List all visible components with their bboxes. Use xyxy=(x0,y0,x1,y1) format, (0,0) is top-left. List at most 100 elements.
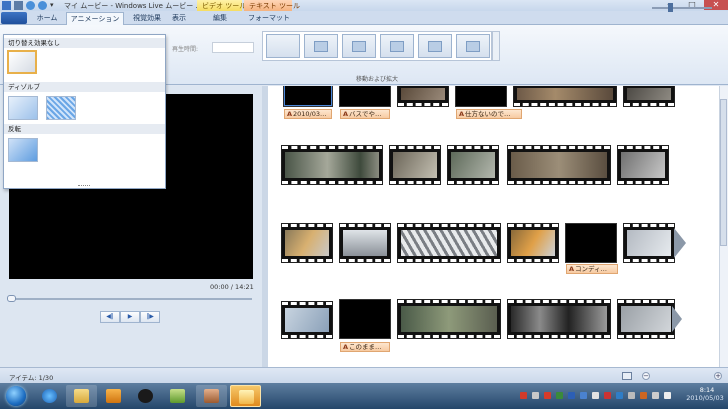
tab-format[interactable]: フォーマット xyxy=(244,12,294,25)
tray-icon[interactable] xyxy=(664,392,671,399)
transition-dissolve-option[interactable] xyxy=(8,96,38,120)
next-frame-button[interactable]: ‖▶ xyxy=(140,311,160,323)
clip[interactable] xyxy=(283,86,333,107)
clip[interactable] xyxy=(397,223,501,263)
clock-date[interactable]: 2010/05/03 xyxy=(684,394,726,402)
clip[interactable] xyxy=(507,145,611,185)
taskbar-app[interactable] xyxy=(162,385,193,407)
clip[interactable] xyxy=(447,145,499,185)
clip[interactable] xyxy=(339,223,391,263)
pan-zoom-none-option[interactable] xyxy=(266,34,300,58)
tab-visual-effects[interactable]: 視覚効果 xyxy=(128,12,166,25)
zoom-slider-thumb[interactable] xyxy=(668,3,673,12)
app-icon xyxy=(170,389,185,403)
tray-icon[interactable] xyxy=(592,392,599,399)
text-caption[interactable]: バスでや… xyxy=(340,109,390,119)
clip[interactable] xyxy=(623,86,675,107)
clip[interactable] xyxy=(281,145,383,185)
speaker-icon[interactable] xyxy=(652,392,659,399)
transition-flip-option[interactable] xyxy=(8,138,38,162)
status-bar: アイテム: 1/30 − + xyxy=(0,367,728,383)
pan-zoom-option-1[interactable] xyxy=(304,34,338,58)
clip[interactable] xyxy=(281,301,333,339)
taskbar: 8:14 2010/05/03 xyxy=(0,383,728,409)
zoom-in-button[interactable]: + xyxy=(714,372,722,380)
seek-thumb[interactable] xyxy=(7,295,16,302)
clip[interactable] xyxy=(565,223,617,263)
clip[interactable] xyxy=(397,86,449,107)
pan-zoom-option-3[interactable] xyxy=(380,34,414,58)
context-tab-text-tools: テキスト ツール xyxy=(244,0,300,11)
section-no-transition: 切り替え効果なし xyxy=(4,38,165,48)
tab-home[interactable]: ホーム xyxy=(32,12,62,25)
taskbar-movie-maker[interactable] xyxy=(230,385,261,407)
clip[interactable] xyxy=(339,86,391,107)
internet-explorer-icon xyxy=(42,389,57,403)
clip[interactable] xyxy=(397,299,501,339)
clip[interactable] xyxy=(455,86,507,107)
tab-view[interactable]: 表示 xyxy=(168,12,190,25)
pan-zoom-option-4[interactable] xyxy=(418,34,452,58)
transition-arrow-icon xyxy=(672,306,682,332)
gallery-scroll-buttons[interactable] xyxy=(492,31,500,61)
text-caption[interactable]: 2010/03… xyxy=(284,109,332,119)
help-icon[interactable] xyxy=(580,392,587,399)
start-button[interactable] xyxy=(2,385,30,407)
redo-icon[interactable] xyxy=(38,1,47,10)
tray-icon[interactable] xyxy=(604,392,611,399)
clip[interactable] xyxy=(281,223,333,263)
clip[interactable] xyxy=(623,223,675,263)
clock-time[interactable]: 8:14 xyxy=(690,386,724,394)
tray-icon[interactable] xyxy=(532,392,539,399)
tray-icon[interactable] xyxy=(556,392,563,399)
tray-icon[interactable] xyxy=(520,392,527,399)
pan-zoom-option-2[interactable] xyxy=(342,34,376,58)
clip[interactable] xyxy=(507,223,559,263)
transition-pixelate-option[interactable] xyxy=(46,96,76,120)
playback-time: 00:00 / 14:21 xyxy=(210,283,254,291)
movie-maker-icon xyxy=(239,390,254,404)
storyboard-view-icon[interactable] xyxy=(622,372,632,380)
hp-icon xyxy=(138,389,153,403)
transitions-dropdown: 切り替え効果なし ディゾルブ 反転 xyxy=(3,34,166,189)
clip[interactable] xyxy=(389,145,441,185)
taskbar-ie[interactable] xyxy=(34,385,65,407)
zoom-out-button[interactable]: − xyxy=(642,372,650,380)
section-flip: 反転 xyxy=(4,124,165,134)
seek-bar[interactable] xyxy=(9,298,252,300)
text-caption[interactable]: このまま… xyxy=(340,342,390,352)
tray-icon[interactable] xyxy=(544,392,551,399)
resize-grip[interactable] xyxy=(78,185,90,188)
duration-select[interactable] xyxy=(212,42,254,53)
pan-zoom-option-5[interactable] xyxy=(456,34,490,58)
text-caption[interactable]: 仕方ないので… xyxy=(456,109,522,119)
media-player-icon xyxy=(106,389,121,403)
taskbar-explorer[interactable] xyxy=(66,385,97,407)
taskbar-app-2[interactable] xyxy=(196,385,227,407)
play-button[interactable]: ▶ xyxy=(120,311,140,323)
transition-none-option[interactable] xyxy=(7,50,37,74)
quick-access-dropdown-icon[interactable]: ▾ xyxy=(50,1,59,10)
tray-icon[interactable] xyxy=(616,392,623,399)
clip[interactable] xyxy=(617,299,675,339)
application-menu-button[interactable] xyxy=(1,12,27,24)
context-tab-video-tools: ビデオ ツール xyxy=(197,0,246,11)
save-icon[interactable] xyxy=(14,1,23,10)
tray-icon[interactable] xyxy=(568,392,575,399)
undo-icon[interactable] xyxy=(26,1,35,10)
tray-icon[interactable] xyxy=(640,392,647,399)
network-icon[interactable] xyxy=(628,392,635,399)
zoom-slider[interactable] xyxy=(652,7,712,9)
text-caption[interactable]: コンディ… xyxy=(566,264,618,274)
tab-edit[interactable]: 編集 xyxy=(200,12,240,25)
app-icon[interactable] xyxy=(2,1,11,10)
previous-frame-button[interactable]: ◀‖ xyxy=(100,311,120,323)
taskbar-hp[interactable] xyxy=(130,385,161,407)
clip[interactable] xyxy=(617,145,669,185)
taskbar-media[interactable] xyxy=(98,385,129,407)
tab-animation[interactable]: アニメーション xyxy=(66,12,124,25)
storyboard-scroll-thumb[interactable] xyxy=(720,99,727,246)
clip[interactable] xyxy=(513,86,617,107)
clip[interactable] xyxy=(507,299,611,339)
clip[interactable] xyxy=(339,299,391,339)
